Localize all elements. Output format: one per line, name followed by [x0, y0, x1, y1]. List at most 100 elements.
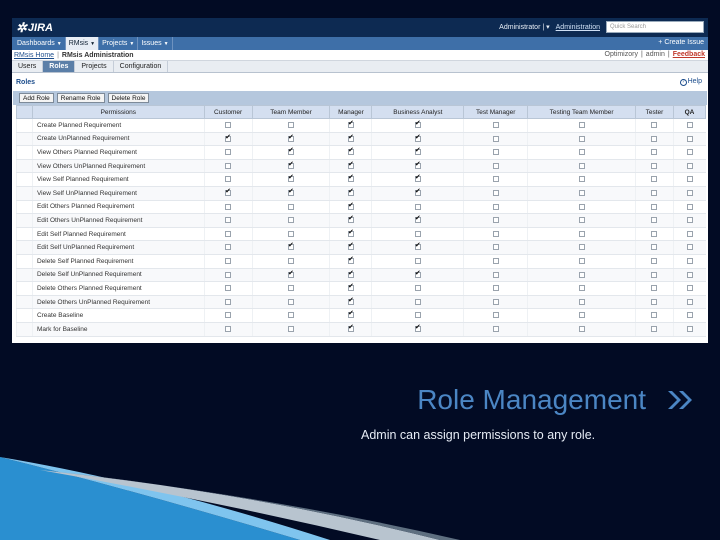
permission-checkbox[interactable] — [347, 323, 354, 332]
permission-checkbox[interactable] — [347, 160, 354, 169]
permission-checkbox[interactable] — [492, 217, 499, 224]
help-link[interactable]: ? Help — [679, 78, 702, 86]
permission-checkbox[interactable] — [578, 176, 585, 183]
permission-checkbox[interactable] — [347, 214, 354, 224]
permission-checkbox[interactable] — [414, 285, 421, 292]
rmsis-home-link[interactable]: RMsis Home — [14, 52, 54, 59]
permission-checkbox[interactable] — [492, 135, 499, 142]
permission-checkbox[interactable] — [288, 258, 295, 265]
permission-checkbox[interactable] — [225, 230, 232, 237]
permission-checkbox[interactable] — [347, 133, 354, 142]
permission-checkbox[interactable] — [578, 162, 585, 169]
permission-checkbox[interactable] — [686, 285, 693, 292]
permission-checkbox[interactable] — [578, 135, 585, 142]
permission-checkbox[interactable] — [686, 203, 693, 210]
quick-search-input[interactable]: Quick Search — [606, 21, 704, 33]
permission-checkbox[interactable] — [347, 296, 354, 305]
permission-checkbox[interactable] — [578, 285, 585, 292]
permission-checkbox[interactable] — [225, 217, 232, 224]
permission-checkbox[interactable] — [288, 241, 295, 251]
permission-checkbox[interactable] — [347, 228, 354, 237]
permission-checkbox[interactable] — [492, 176, 499, 183]
administration-link[interactable]: Administration — [556, 24, 600, 31]
permission-checkbox[interactable] — [686, 149, 693, 156]
nav-rmsis[interactable]: RMsis ▼ — [65, 37, 100, 50]
permission-checkbox[interactable] — [686, 176, 693, 183]
permission-checkbox[interactable] — [225, 271, 232, 278]
nav-projects[interactable]: Projects ▼ — [99, 37, 139, 50]
permission-checkbox[interactable] — [492, 285, 499, 292]
feedback-link[interactable]: Feedback — [673, 51, 705, 58]
permission-checkbox[interactable] — [492, 298, 499, 305]
permission-checkbox[interactable] — [347, 269, 354, 278]
optimizory-link[interactable]: Optimizory — [605, 51, 638, 58]
permission-checkbox[interactable] — [651, 217, 658, 224]
permission-checkbox[interactable] — [347, 173, 354, 183]
permission-checkbox[interactable] — [288, 122, 295, 129]
permission-checkbox[interactable] — [288, 173, 295, 183]
permission-checkbox[interactable] — [578, 258, 585, 265]
permission-checkbox[interactable] — [492, 325, 499, 332]
permission-checkbox[interactable] — [578, 230, 585, 237]
permission-checkbox[interactable] — [288, 269, 295, 278]
permission-checkbox[interactable] — [225, 244, 232, 251]
permission-checkbox[interactable] — [492, 203, 499, 210]
permission-checkbox[interactable] — [651, 312, 658, 319]
permission-checkbox[interactable] — [578, 149, 585, 156]
permission-checkbox[interactable] — [225, 187, 232, 197]
permission-checkbox[interactable] — [686, 135, 693, 142]
permission-checkbox[interactable] — [414, 187, 421, 197]
permission-checkbox[interactable] — [288, 146, 295, 156]
permission-checkbox[interactable] — [225, 285, 232, 292]
permission-checkbox[interactable] — [686, 271, 693, 278]
tab-configuration[interactable]: Configuration — [114, 61, 169, 72]
permission-checkbox[interactable] — [686, 312, 693, 319]
tab-users[interactable]: Users — [12, 61, 44, 72]
permission-checkbox[interactable] — [414, 203, 421, 210]
permission-checkbox[interactable] — [651, 190, 658, 197]
permission-checkbox[interactable] — [651, 162, 658, 169]
permission-checkbox[interactable] — [414, 312, 421, 319]
permission-checkbox[interactable] — [288, 285, 295, 292]
permission-checkbox[interactable] — [414, 160, 421, 169]
tab-projects[interactable]: Projects — [75, 61, 114, 72]
permission-checkbox[interactable] — [651, 271, 658, 278]
permission-checkbox[interactable] — [686, 230, 693, 237]
permission-checkbox[interactable] — [414, 241, 421, 251]
permission-checkbox[interactable] — [651, 149, 658, 156]
permission-checkbox[interactable] — [492, 149, 499, 156]
permission-checkbox[interactable] — [492, 312, 499, 319]
permission-checkbox[interactable] — [492, 122, 499, 129]
permission-checkbox[interactable] — [225, 162, 232, 169]
permission-checkbox[interactable] — [651, 298, 658, 305]
permission-checkbox[interactable] — [578, 190, 585, 197]
permission-checkbox[interactable] — [414, 214, 421, 224]
permission-checkbox[interactable] — [347, 201, 354, 210]
permission-checkbox[interactable] — [347, 309, 354, 319]
permission-checkbox[interactable] — [686, 325, 693, 332]
jira-logo[interactable]: ✲ JIRA — [16, 20, 53, 36]
permission-checkbox[interactable] — [578, 244, 585, 251]
permission-checkbox[interactable] — [225, 312, 232, 319]
permission-checkbox[interactable] — [288, 160, 295, 169]
permission-checkbox[interactable] — [347, 187, 354, 197]
permission-checkbox[interactable] — [686, 244, 693, 251]
permission-checkbox[interactable] — [288, 133, 295, 142]
permission-checkbox[interactable] — [225, 325, 232, 332]
permission-checkbox[interactable] — [225, 133, 232, 142]
create-issue-button[interactable]: + Create Issue — [658, 39, 704, 46]
permission-checkbox[interactable] — [651, 135, 658, 142]
permission-checkbox[interactable] — [225, 203, 232, 210]
permission-checkbox[interactable] — [651, 230, 658, 237]
permission-checkbox[interactable] — [225, 258, 232, 265]
permission-checkbox[interactable] — [288, 203, 295, 210]
permission-checkbox[interactable] — [651, 258, 658, 265]
permission-checkbox[interactable] — [225, 176, 232, 183]
permission-checkbox[interactable] — [288, 187, 295, 197]
permission-checkbox[interactable] — [347, 146, 354, 156]
permission-checkbox[interactable] — [578, 325, 585, 332]
tab-roles[interactable]: Roles — [43, 61, 76, 72]
permission-checkbox[interactable] — [492, 190, 499, 197]
permission-checkbox[interactable] — [414, 133, 421, 142]
permission-checkbox[interactable] — [686, 217, 693, 224]
